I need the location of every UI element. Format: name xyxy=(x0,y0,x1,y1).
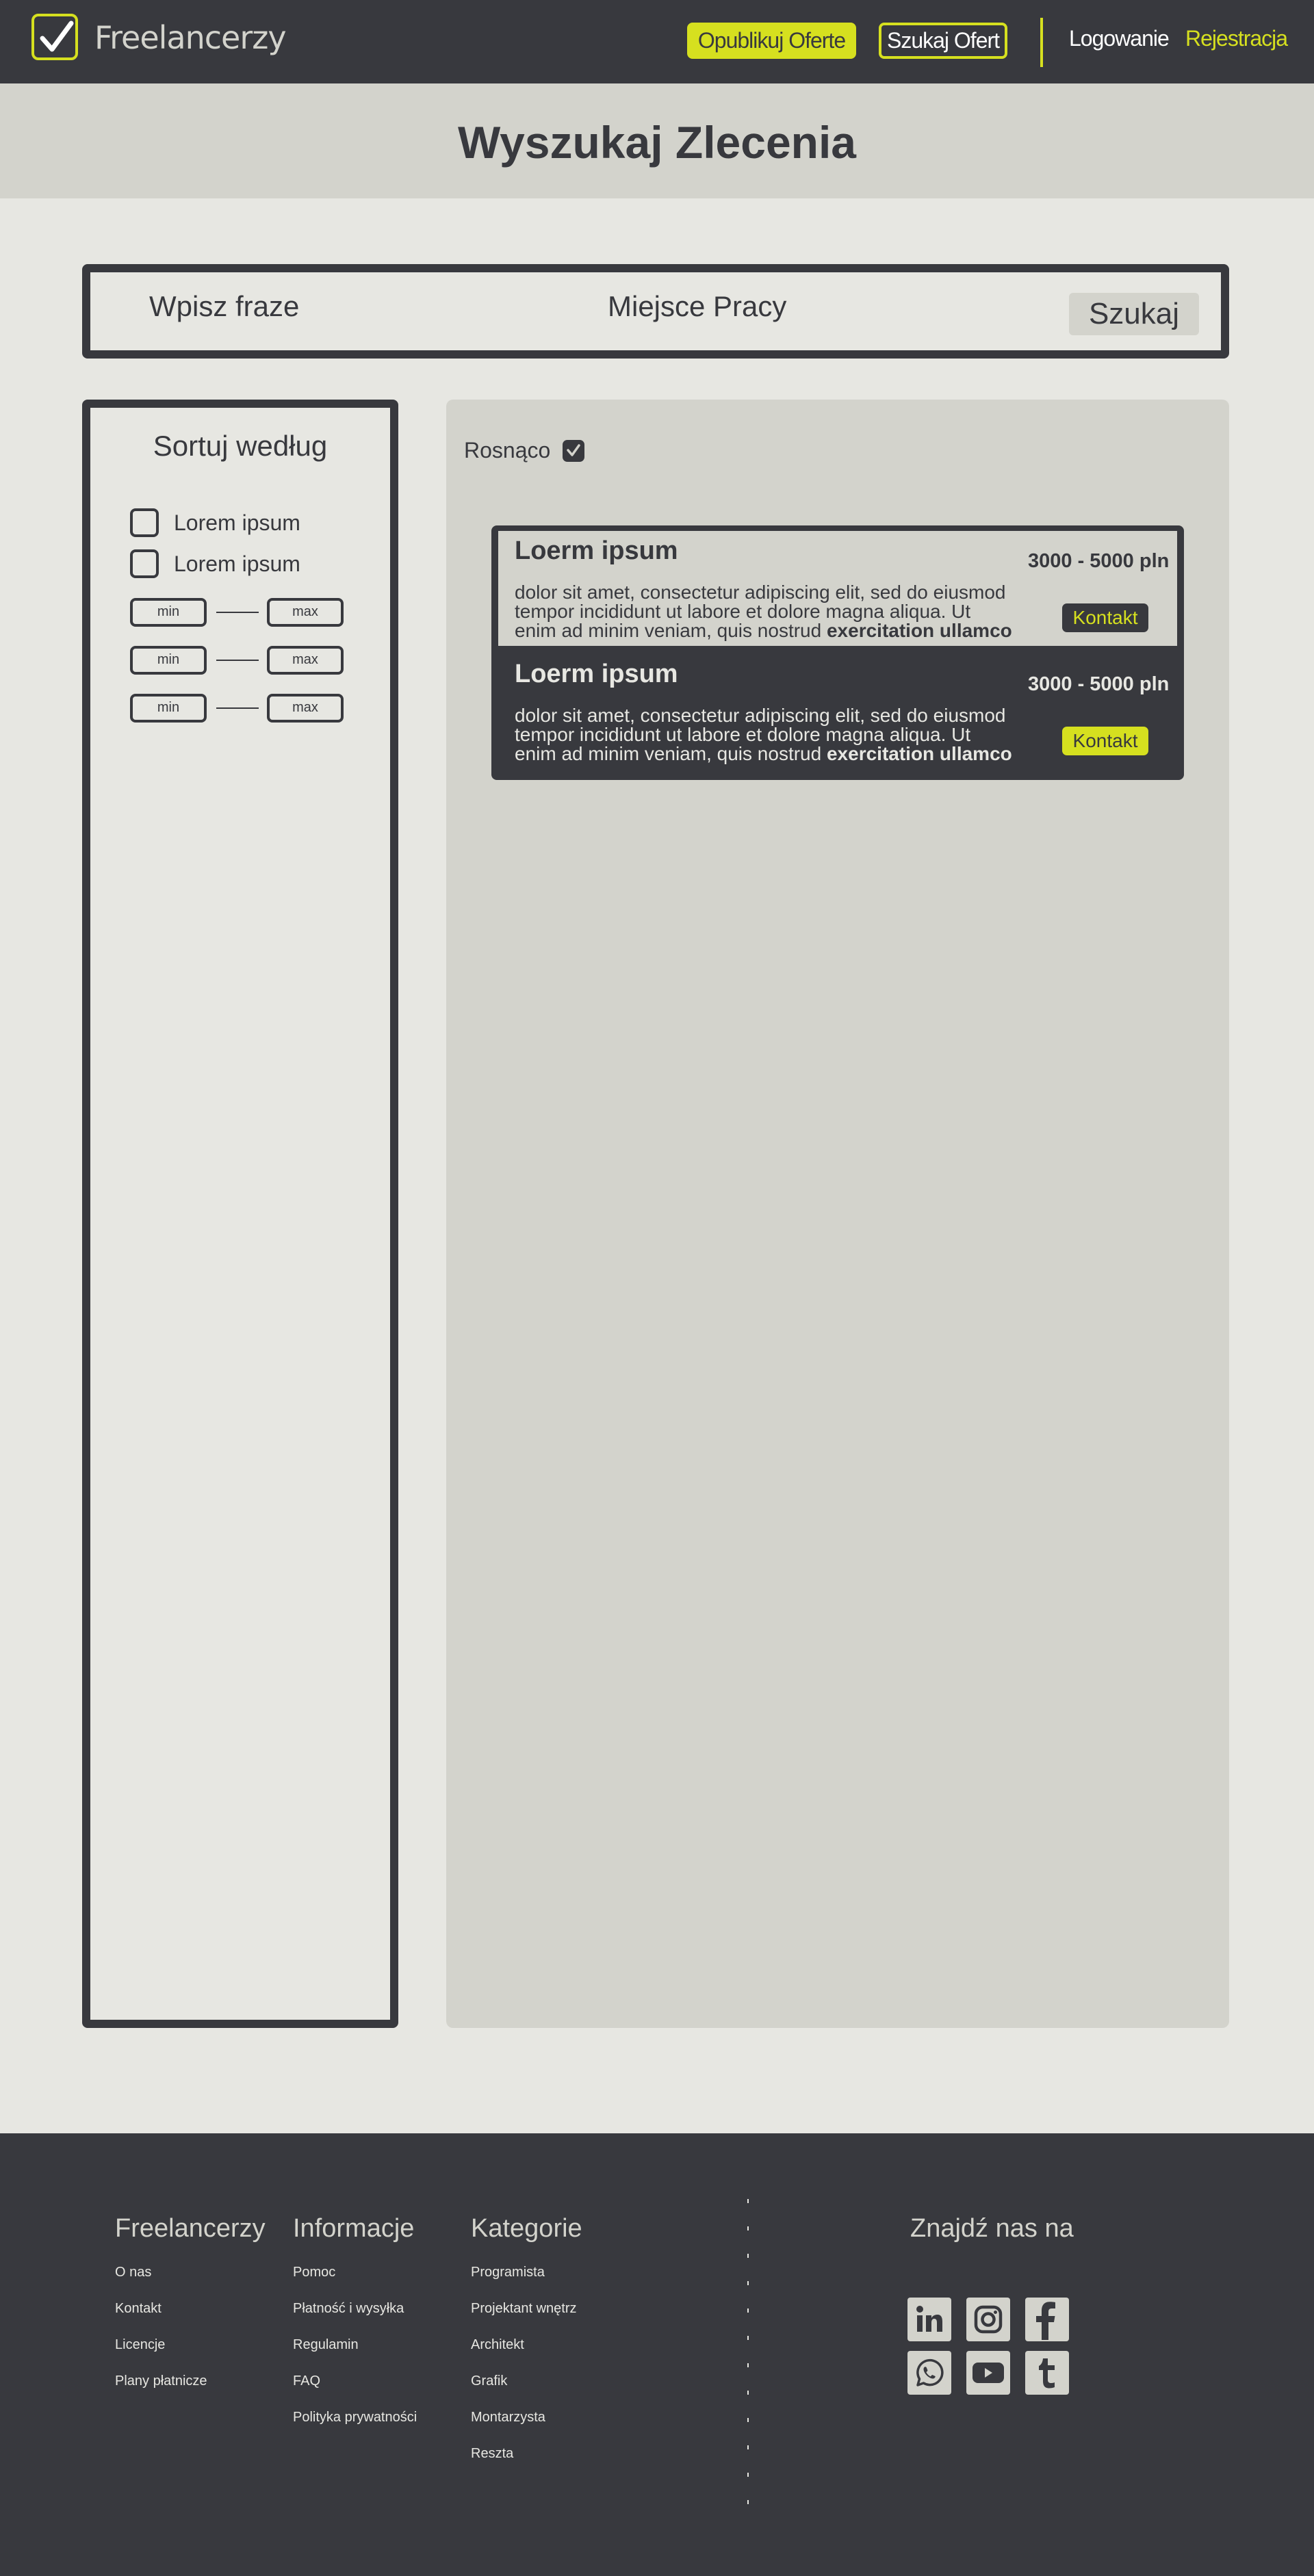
offer-desc-line: dolor sit amet, consectetur adipiscing e… xyxy=(515,705,1006,726)
range-min-input[interactable]: min xyxy=(130,694,207,723)
footer-link[interactable]: Polityka prywatności xyxy=(293,2410,417,2425)
footer-link[interactable]: Grafik xyxy=(471,2373,507,2389)
offer-desc-line: enim ad minim veniam, quis nostrud exerc… xyxy=(515,621,1035,640)
offer-desc-line: tempor incididunt ut labore et dolore ma… xyxy=(515,724,971,745)
range-separator xyxy=(216,612,259,613)
publish-offer-button[interactable]: Opublikuj Oferte xyxy=(687,23,856,59)
offer-desc-text: enim ad minim veniam, quis nostrud xyxy=(515,620,827,641)
contact-button[interactable]: Kontakt xyxy=(1062,603,1148,632)
range-separator xyxy=(216,660,259,661)
range-max-input[interactable]: max xyxy=(267,598,344,627)
footer-link[interactable]: O nas xyxy=(115,2265,151,2280)
login-link[interactable]: Logowanie xyxy=(1069,26,1170,51)
sort-order-toggle[interactable]: Rosnąco xyxy=(464,438,585,463)
checkbox[interactable] xyxy=(130,508,159,537)
offer-desc-text: enim ad minim veniam, quis nostrud xyxy=(515,743,827,764)
offer-price: 3000 - 5000 pln xyxy=(1028,550,1170,572)
footer xyxy=(0,2133,1314,2576)
sort-order-label: Rosnąco xyxy=(464,438,551,463)
footer-link[interactable]: Kontakt xyxy=(115,2301,162,2317)
search-offers-button[interactable]: Szukaj Ofert xyxy=(879,23,1007,59)
offer-title[interactable]: Loerm ipsum xyxy=(515,660,678,689)
offer-title[interactable]: Loerm ipsum xyxy=(515,536,678,566)
range-filter: min max xyxy=(130,694,344,724)
footer-link[interactable]: Montarzysta xyxy=(471,2410,545,2425)
offer-desc-bold: exercitation ullamco xyxy=(826,743,1012,764)
footer-link[interactable]: Projektant wnętrz xyxy=(471,2301,577,2317)
youtube-icon[interactable] xyxy=(966,2351,1010,2395)
footer-link[interactable]: Architekt xyxy=(471,2337,524,2353)
footer-link[interactable]: Płatność i wysyłka xyxy=(293,2301,404,2317)
range-filter: min max xyxy=(130,646,344,676)
offer-description: dolor sit amet, consectetur adipiscing e… xyxy=(515,706,1035,764)
range-separator xyxy=(216,707,259,709)
page-title: Wyszukaj Zlecenia xyxy=(457,117,857,168)
header-divider xyxy=(1040,18,1043,67)
filter-checkbox-row[interactable]: Lorem ipsum xyxy=(130,508,300,538)
checkbox-label: Lorem ipsum xyxy=(174,510,300,535)
footer-link[interactable]: Licencje xyxy=(115,2337,165,2353)
offer-desc-bold: exercitation ullamco xyxy=(826,620,1012,641)
tumblr-icon[interactable] xyxy=(1025,2351,1069,2395)
facebook-icon[interactable] xyxy=(1025,2298,1069,2341)
footer-link[interactable]: Pomoc xyxy=(293,2265,335,2280)
phrase-input[interactable]: Wpisz fraze xyxy=(149,290,299,323)
offer-desc-line: enim ad minim veniam, quis nostrud exerc… xyxy=(515,744,1035,764)
find-us-title: Znajdź nas na xyxy=(910,2214,1074,2243)
filter-checkbox-row[interactable]: Lorem ipsum xyxy=(130,549,300,579)
filter-sidebar xyxy=(82,400,398,2028)
footer-link[interactable]: Programista xyxy=(471,2265,545,2280)
footer-link[interactable]: Reszta xyxy=(471,2446,513,2462)
logo-text[interactable]: Freelancerzy xyxy=(94,19,287,56)
instagram-icon[interactable] xyxy=(966,2298,1010,2341)
footer-link[interactable]: Plany płatnicze xyxy=(115,2373,207,2389)
register-link[interactable]: Rejestracja xyxy=(1185,26,1288,51)
sort-title: Sortuj według xyxy=(153,430,328,462)
footer-dotted-divider xyxy=(747,2199,750,2527)
range-min-input[interactable]: min xyxy=(130,646,207,675)
checkmark-logo-icon[interactable] xyxy=(31,14,78,60)
offer-description: dolor sit amet, consectetur adipiscing e… xyxy=(515,583,1035,640)
footer-link[interactable]: FAQ xyxy=(293,2373,320,2389)
checkbox-label: Lorem ipsum xyxy=(174,551,300,576)
whatsapp-icon[interactable] xyxy=(907,2351,951,2395)
footer-title-informacje: Informacje xyxy=(293,2214,415,2243)
workplace-input[interactable]: Miejsce Pracy xyxy=(608,290,786,323)
footer-title-freelancerzy: Freelancerzy xyxy=(115,2214,266,2243)
range-max-input[interactable]: max xyxy=(267,646,344,675)
range-min-input[interactable]: min xyxy=(130,598,207,627)
footer-title-kategorie: Kategorie xyxy=(471,2214,582,2243)
linkedin-icon[interactable] xyxy=(907,2298,951,2341)
footer-link[interactable]: Regulamin xyxy=(293,2337,359,2353)
search-button[interactable]: Szukaj xyxy=(1069,293,1199,335)
checkbox-checked-icon[interactable] xyxy=(563,439,585,462)
offer-price: 3000 - 5000 pln xyxy=(1028,673,1170,695)
range-filter: min max xyxy=(130,598,344,628)
contact-button[interactable]: Kontakt xyxy=(1062,727,1148,755)
range-max-input[interactable]: max xyxy=(267,694,344,723)
checkbox[interactable] xyxy=(130,549,159,578)
offer-desc-line: dolor sit amet, consectetur adipiscing e… xyxy=(515,582,1006,603)
offer-desc-line: tempor incididunt ut labore et dolore ma… xyxy=(515,601,971,622)
